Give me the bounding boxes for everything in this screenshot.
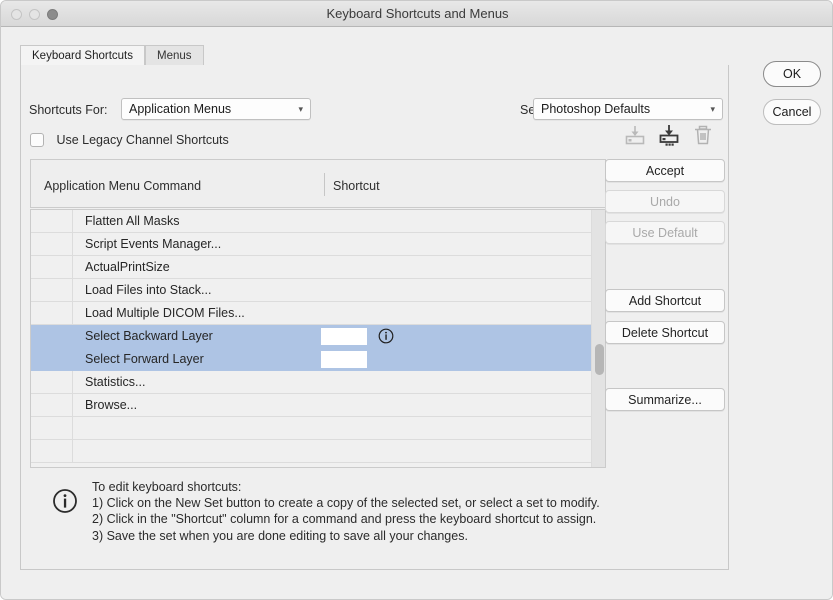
shortcuts-for-label: Shortcuts For: xyxy=(29,103,108,117)
table-row[interactable]: Select Backward Layer xyxy=(31,325,605,348)
row-command-label: Select Backward Layer xyxy=(85,329,213,343)
table-row[interactable]: Select Forward Layer xyxy=(31,348,605,371)
use-legacy-channel-shortcuts-label: Use Legacy Channel Shortcuts xyxy=(56,133,229,147)
table-column-header: Application Menu Command Shortcut xyxy=(30,159,606,208)
table-row[interactable]: Browse... xyxy=(31,394,605,417)
column-divider[interactable] xyxy=(324,173,325,196)
cancel-button[interactable]: Cancel xyxy=(763,99,821,125)
shortcut-list[interactable]: Flatten All Masks Script Events Manager..… xyxy=(30,209,606,468)
use-legacy-channel-shortcuts-row[interactable]: Use Legacy Channel Shortcuts xyxy=(30,131,229,149)
delete-set-trash-icon[interactable] xyxy=(690,123,716,147)
row-info-icon[interactable] xyxy=(378,328,394,344)
row-indent-gutter xyxy=(31,302,73,324)
shortcut-input[interactable] xyxy=(321,351,367,368)
info-icon xyxy=(52,488,78,514)
delete-shortcut-button[interactable]: Delete Shortcut xyxy=(605,321,725,344)
row-indent-gutter xyxy=(31,279,73,301)
row-command-label: Statistics... xyxy=(85,375,146,389)
set-select[interactable]: Photoshop Defaults ▾ xyxy=(533,98,723,120)
row-indent-gutter xyxy=(31,210,73,232)
list-scrollbar[interactable] xyxy=(591,210,605,467)
row-command-label: Script Events Manager... xyxy=(85,237,222,251)
table-row[interactable] xyxy=(31,417,605,440)
use-legacy-channel-shortcuts-checkbox[interactable] xyxy=(30,133,44,147)
set-toolbar xyxy=(614,123,716,147)
table-row[interactable]: Load Multiple DICOM Files... xyxy=(31,302,605,325)
help-info-text: To edit keyboard shortcuts: 1) Click on … xyxy=(92,479,600,544)
chevron-down-icon: ▾ xyxy=(710,104,715,114)
list-scrollbar-thumb[interactable] xyxy=(595,344,604,375)
row-command-label: Flatten All Masks xyxy=(85,214,180,228)
table-row[interactable]: Script Events Manager... xyxy=(31,233,605,256)
use-default-button[interactable]: Use Default xyxy=(605,221,725,244)
set-value: Photoshop Defaults xyxy=(541,102,651,116)
shortcut-input[interactable] xyxy=(321,328,367,345)
help-line-1: To edit keyboard shortcuts: xyxy=(92,480,242,494)
chevron-down-icon: ▾ xyxy=(298,104,303,114)
row-indent-gutter xyxy=(31,348,73,370)
row-command-label: Load Multiple DICOM Files... xyxy=(85,306,245,320)
row-indent-gutter xyxy=(31,440,73,462)
ok-button[interactable]: OK xyxy=(763,61,821,87)
row-indent-gutter xyxy=(31,371,73,393)
table-row[interactable]: Load Files into Stack... xyxy=(31,279,605,302)
column-header-command: Application Menu Command xyxy=(44,179,202,193)
help-line-3: 2) Click in the "Shortcut" column for a … xyxy=(92,512,597,527)
add-shortcut-button[interactable]: Add Shortcut xyxy=(605,289,725,312)
help-line-2: 1) Click on the New Set button to create… xyxy=(92,496,600,511)
save-set-icon[interactable] xyxy=(622,123,648,147)
undo-button[interactable]: Undo xyxy=(605,190,725,213)
keyboard-shortcuts-dialog: Keyboard Shortcuts and Menus Keyboard Sh… xyxy=(0,0,833,600)
row-command-label: Select Forward Layer xyxy=(85,352,204,366)
row-command-label: Browse... xyxy=(85,398,138,412)
shortcuts-for-value: Application Menus xyxy=(129,102,232,116)
row-indent-gutter xyxy=(31,417,73,439)
window-title: Keyboard Shortcuts and Menus xyxy=(326,6,509,21)
tab-strip: Keyboard Shortcuts Menus xyxy=(20,45,729,66)
table-row[interactable]: ActualPrintSize xyxy=(31,256,605,279)
table-row[interactable]: Flatten All Masks xyxy=(31,210,605,233)
shortcuts-for-select[interactable]: Application Menus ▾ xyxy=(121,98,311,120)
shortcut-rows: Flatten All Masks Script Events Manager..… xyxy=(31,210,605,463)
summarize-button[interactable]: Summarize... xyxy=(605,388,725,411)
row-indent-gutter xyxy=(31,325,73,347)
dialog-body: Keyboard Shortcuts Menus Shortcuts For: … xyxy=(1,27,832,599)
title-bar: Keyboard Shortcuts and Menus xyxy=(1,1,832,27)
save-set-as-icon[interactable] xyxy=(656,123,682,147)
row-indent-gutter xyxy=(31,256,73,278)
help-line-4: 3) Save the set when you are done editin… xyxy=(92,528,468,543)
row-command-label: Load Files into Stack... xyxy=(85,283,212,297)
tab-keyboard-shortcuts[interactable]: Keyboard Shortcuts xyxy=(20,45,146,66)
column-header-shortcut: Shortcut xyxy=(333,179,380,193)
row-command-label: ActualPrintSize xyxy=(85,260,170,274)
accept-button[interactable]: Accept xyxy=(605,159,725,182)
keyboard-shortcuts-panel: Shortcuts For: Application Menus ▾ Set: … xyxy=(20,65,729,570)
row-indent-gutter xyxy=(31,394,73,416)
tab-menus[interactable]: Menus xyxy=(145,45,204,66)
table-row[interactable] xyxy=(31,440,605,463)
row-indent-gutter xyxy=(31,233,73,255)
table-row[interactable]: Statistics... xyxy=(31,371,605,394)
